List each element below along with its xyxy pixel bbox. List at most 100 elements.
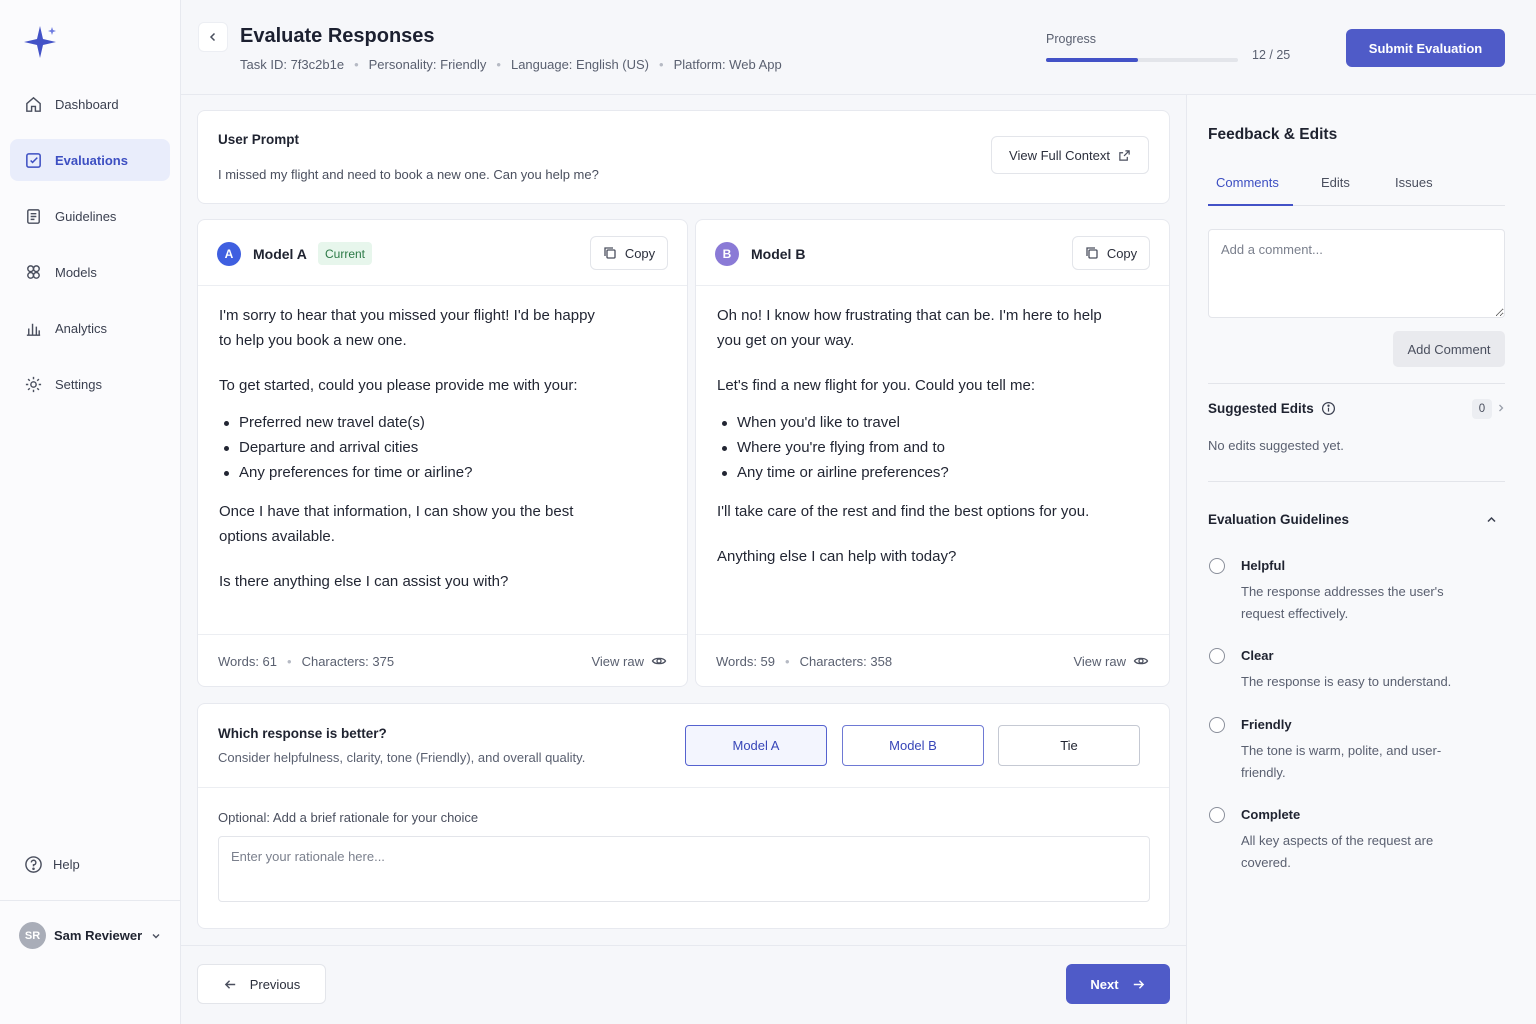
copy-label: Copy — [1106, 245, 1138, 261]
suggested-edits-label: Suggested Edits — [1208, 401, 1314, 416]
choose-model-b-button[interactable]: Model B — [842, 725, 984, 766]
previous-button[interactable]: Previous — [197, 964, 326, 1004]
separator-dot: • — [354, 57, 359, 72]
page-header: Evaluate Responses Task ID: 7f3c2b1e • P… — [181, 0, 1536, 95]
user-prompt-title: User Prompt — [218, 132, 300, 147]
clipboard-check-icon — [26, 152, 41, 168]
character-count: Characters: 375 — [301, 654, 395, 669]
sidebar-item-label: Analytics — [55, 320, 108, 336]
view-raw-label: View raw — [591, 653, 644, 669]
sidebar-item-models[interactable]: Models — [10, 251, 170, 293]
model-b-badge: B — [715, 242, 739, 266]
model-a-response: I'm sorry to hear that you missed your f… — [219, 303, 667, 614]
model-b-header: B Model B Copy — [696, 220, 1169, 286]
panel-title: Feedback & Edits — [1208, 126, 1338, 143]
separator-dot: • — [785, 654, 790, 669]
current-tag: Current — [318, 242, 373, 265]
guideline-radio[interactable] — [1209, 648, 1225, 664]
help-label: Help — [53, 857, 80, 872]
word-count: Words: 59 — [716, 654, 776, 669]
sidebar-item-guidelines[interactable]: Guidelines — [10, 195, 170, 237]
guideline-name: Helpful — [1241, 558, 1286, 573]
tab-comments[interactable]: Comments — [1216, 175, 1279, 190]
sidebar-item-evaluations[interactable]: Evaluations — [10, 139, 170, 181]
model-a-view-raw-button[interactable]: View raw — [591, 653, 667, 669]
eye-icon — [1133, 657, 1149, 665]
model-a-header: A Model A Current Copy — [198, 220, 687, 286]
chevron-down-icon — [152, 933, 160, 938]
response-paragraph: Is there anything else I can assist you … — [219, 573, 509, 590]
task-language: Language: English (US) — [510, 57, 649, 72]
model-b-view-raw-button[interactable]: View raw — [1073, 653, 1149, 669]
guideline-name: Complete — [1241, 807, 1301, 822]
divider — [198, 787, 1169, 788]
model-a-name: Model A — [253, 246, 307, 262]
feedback-panel: Feedback & Edits Comments Edits Issues A… — [1186, 95, 1536, 1024]
next-label: Next — [1090, 976, 1119, 992]
suggested-edits-empty: No edits suggested yet. — [1208, 438, 1344, 453]
model-a-stats: Words: 61 • Characters: 375 — [218, 654, 394, 669]
choose-tie-button[interactable]: Tie — [998, 725, 1140, 766]
list-item: Any preferences for time or airline? — [219, 460, 667, 485]
response-paragraph: I'm sorry to hear that you missed your f… — [219, 307, 595, 349]
user-menu[interactable]: SR Sam Reviewer — [19, 922, 162, 949]
gear-icon — [25, 376, 42, 392]
arrow-right-icon — [1133, 979, 1144, 989]
chevron-up-icon[interactable] — [1485, 513, 1498, 526]
sidebar-item-settings[interactable]: Settings — [10, 363, 170, 405]
sparkle-logo-icon[interactable] — [22, 24, 58, 60]
sidebar-item-dashboard[interactable]: Dashboard — [10, 83, 170, 125]
chevron-right-icon[interactable] — [1496, 403, 1506, 413]
submit-evaluation-button[interactable]: Submit Evaluation — [1346, 29, 1505, 67]
separator-dot: • — [496, 57, 501, 72]
tab-edits[interactable]: Edits — [1321, 175, 1350, 190]
guideline-radio[interactable] — [1209, 807, 1225, 823]
avatar: SR — [19, 922, 46, 949]
choose-model-a-button[interactable]: Model A — [685, 725, 827, 766]
guideline-radio[interactable] — [1209, 558, 1225, 574]
chevron-left-icon — [209, 32, 216, 42]
model-b-response: Oh no! I know how frustrating that can b… — [717, 303, 1149, 589]
user-name: Sam Reviewer — [54, 928, 143, 943]
arrow-left-icon — [224, 979, 235, 989]
model-b-copy-button[interactable]: Copy — [1072, 236, 1150, 270]
bar-chart-icon — [26, 323, 41, 336]
guideline-name: Clear — [1241, 648, 1274, 663]
suggested-edits-title: Suggested Edits — [1208, 401, 1336, 416]
user-prompt-card: User Prompt I missed my flight and need … — [197, 110, 1170, 204]
divider — [1208, 481, 1505, 482]
add-comment-button[interactable]: Add Comment — [1393, 331, 1505, 367]
next-button[interactable]: Next — [1066, 964, 1170, 1004]
back-button[interactable] — [198, 22, 228, 52]
rationale-input[interactable] — [218, 836, 1150, 902]
copy-icon — [1086, 247, 1098, 259]
response-list: Preferred new travel date(s) Departure a… — [219, 410, 667, 485]
response-paragraph: Anything else I can help with today? — [717, 548, 957, 565]
response-list: When you'd like to travel Where you're f… — [717, 410, 1149, 485]
model-a-copy-button[interactable]: Copy — [590, 236, 668, 270]
sidebar-item-label: Settings — [55, 376, 102, 392]
help-link[interactable]: Help — [24, 855, 80, 874]
comment-input[interactable] — [1208, 229, 1505, 318]
guideline-radio[interactable] — [1209, 717, 1225, 733]
model-b-footer: Words: 59 • Characters: 358 View raw — [696, 634, 1169, 686]
separator-dot: • — [659, 57, 664, 72]
response-paragraph: Once I have that information, I can show… — [219, 503, 574, 545]
guideline-description: The response is easy to understand. — [1241, 674, 1452, 689]
tab-issues[interactable]: Issues — [1395, 175, 1433, 190]
sidebar-item-analytics[interactable]: Analytics — [10, 307, 170, 349]
task-platform: Platform: Web App — [673, 57, 782, 72]
sidebar-item-label: Evaluations — [55, 152, 128, 168]
panel-tabs: Comments Edits Issues — [1208, 163, 1505, 206]
guideline-description: All key aspects of the request are cover… — [1241, 833, 1434, 870]
sidebar-item-label: Dashboard — [55, 96, 119, 112]
task-personality: Personality: Friendly — [368, 57, 487, 72]
preference-hint: Consider helpfulness, clarity, tone (Fri… — [218, 750, 586, 765]
help-circle-icon — [25, 856, 42, 873]
response-paragraph: To get started, could you please provide… — [219, 377, 578, 394]
view-full-context-button[interactable]: View Full Context — [991, 136, 1149, 174]
guidelines-title: Evaluation Guidelines — [1208, 512, 1350, 527]
info-icon[interactable] — [1321, 401, 1336, 416]
document-icon — [27, 208, 40, 224]
previous-label: Previous — [249, 976, 301, 992]
